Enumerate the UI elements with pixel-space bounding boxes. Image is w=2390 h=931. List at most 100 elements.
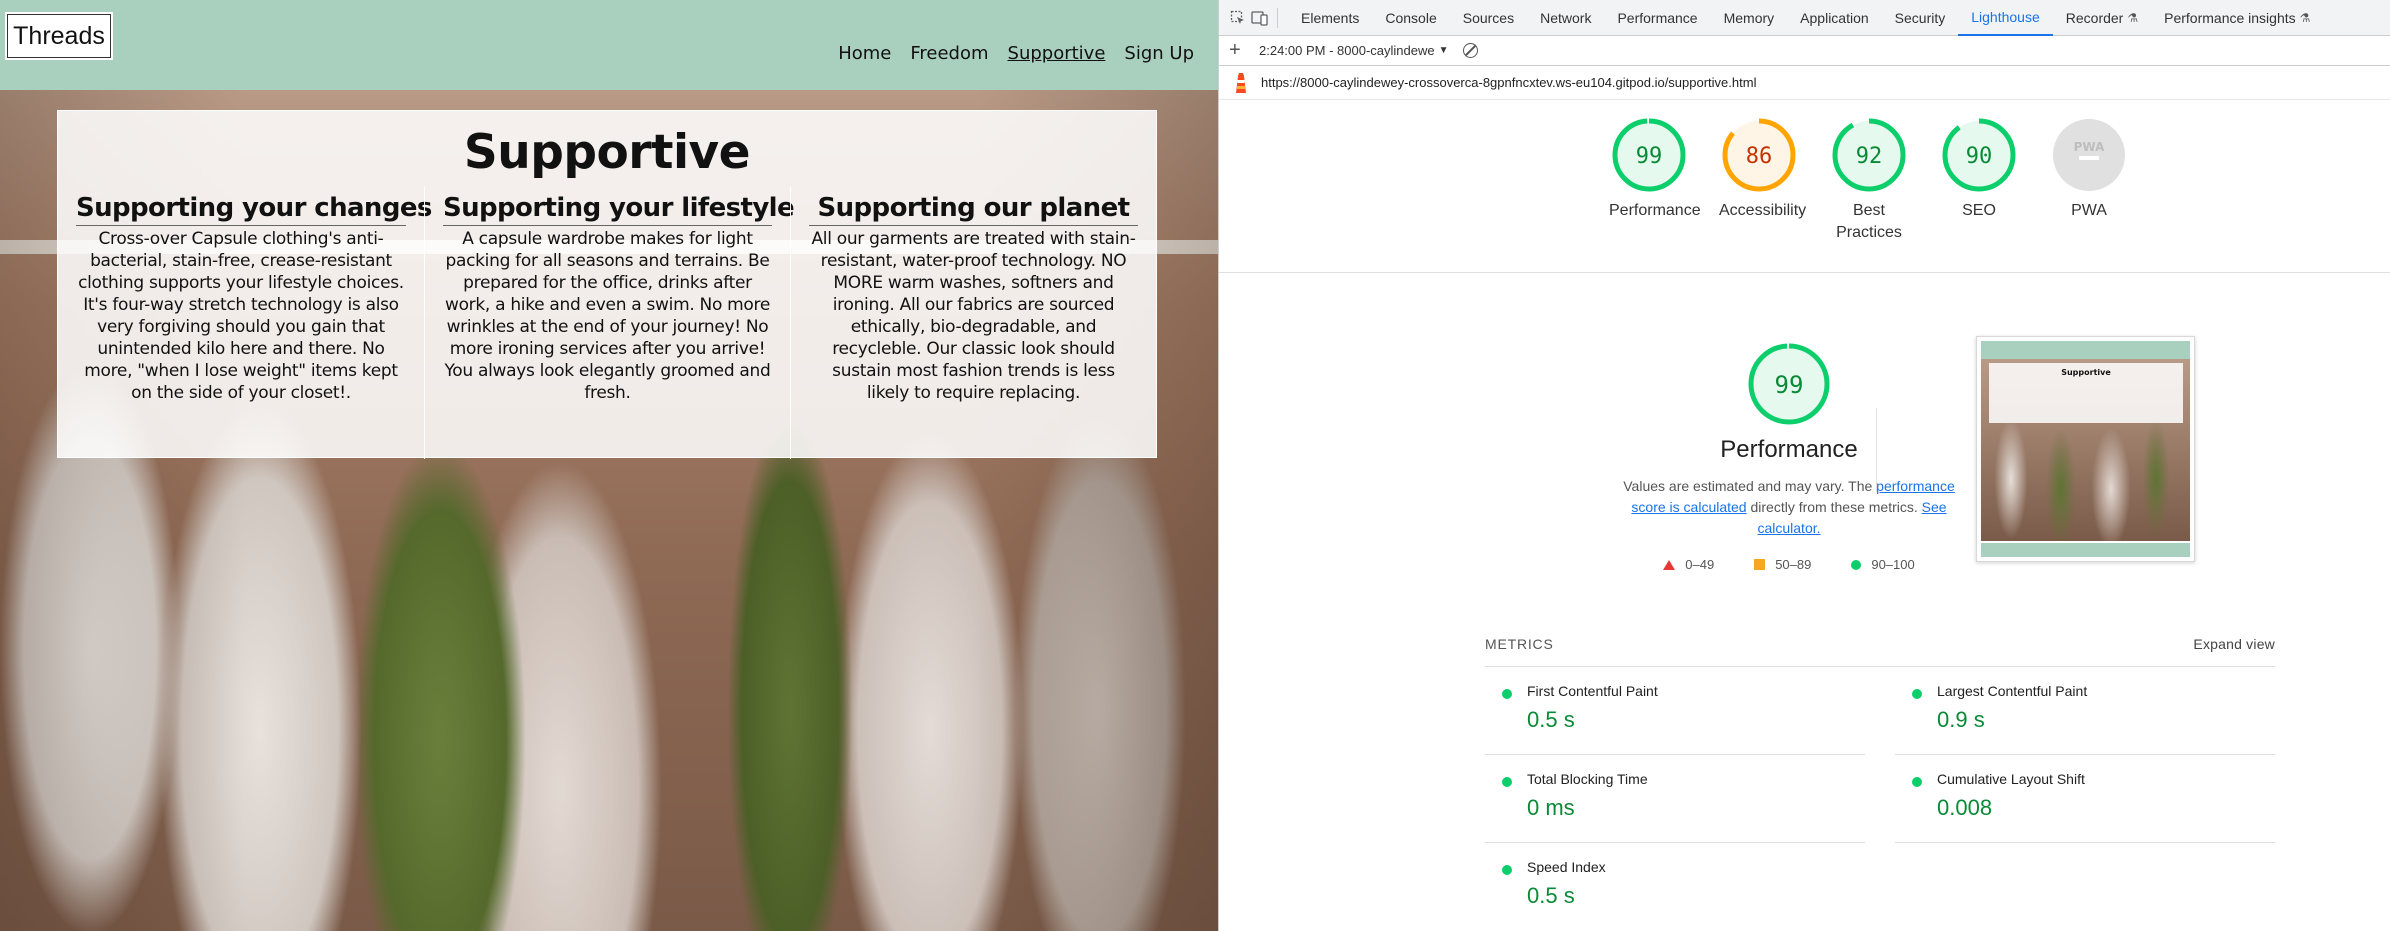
tab-security[interactable]: Security <box>1882 0 1959 36</box>
score-gauges: 99 Performance 86 Accessibility 92 Best … <box>1609 118 2129 244</box>
tab-console[interactable]: Console <box>1372 0 1449 36</box>
gauge-score: 99 <box>1636 144 1663 169</box>
gauge-seo[interactable]: 90 SEO <box>1939 118 2019 244</box>
gauge-ring: 99 <box>1612 118 1686 192</box>
tab-elements[interactable]: Elements <box>1288 0 1372 36</box>
gauge-score: 92 <box>1856 144 1883 169</box>
report-url-bar: https://8000-caylindewey-crossoverca-8gp… <box>1219 66 2390 100</box>
average-square-icon <box>1754 559 1766 570</box>
fail-triangle-icon <box>1663 559 1676 570</box>
gauge-score: 90 <box>1966 144 1993 169</box>
performance-summary: 99 Performance Values are estimated and … <box>1619 342 1959 572</box>
legend-average: 50–89 <box>1754 557 1811 572</box>
column-lifestyle: Supporting your lifestyle A capsule ward… <box>424 187 795 459</box>
gauge-accessibility[interactable]: 86 Accessibility <box>1719 118 1807 244</box>
svg-text:99: 99 <box>1775 371 1804 399</box>
metric-name: Speed Index <box>1527 859 1606 875</box>
column-text: Cross-over Capsule clothing's anti-bacte… <box>78 229 404 403</box>
metric-value: 0.9 s <box>1937 707 1985 732</box>
flask-icon: ⚗ <box>2299 10 2311 25</box>
metric-cls: Cumulative Layout Shift 0.008 <box>1895 755 2275 843</box>
final-screenshot-thumbnail[interactable]: Supportive <box>1976 336 2195 562</box>
tab-network[interactable]: Network <box>1527 0 1604 36</box>
gauge-label: Accessibility <box>1719 202 1807 219</box>
lighthouse-icon <box>1233 72 1249 94</box>
column-title: Supporting our planet <box>809 187 1138 226</box>
performance-gauge: 99 <box>1748 343 1830 425</box>
metric-value: 0.5 s <box>1527 883 1575 908</box>
gauge-performance[interactable]: 99 Performance <box>1609 118 1701 244</box>
nav-supportive[interactable]: Supportive <box>1008 43 1106 64</box>
gauge-label: Performance <box>1609 202 1701 219</box>
website-viewport: Threads Home Freedom Supportive Sign Up … <box>0 0 1218 931</box>
dropdown-arrow-icon: ▼ <box>1438 45 1449 56</box>
nav-freedom[interactable]: Freedom <box>910 43 988 64</box>
metric-lcp: Largest Contentful Paint 0.9 s <box>1895 667 2275 755</box>
main-nav: Home Freedom Supportive Sign Up <box>838 43 1194 64</box>
report-selector[interactable]: 2:24:00 PM - 8000-caylindewe ▼ <box>1259 43 1449 58</box>
metric-name: Total Blocking Time <box>1527 771 1648 787</box>
column-changes: Supporting your changes Cross-over Capsu… <box>58 187 432 459</box>
column-planet: Supporting our planet All our garments a… <box>790 187 1156 459</box>
tab-performance[interactable]: Performance <box>1604 0 1710 36</box>
tab-sources[interactable]: Sources <box>1450 0 1527 36</box>
gauge-score: 86 <box>1746 144 1773 169</box>
nav-home[interactable]: Home <box>838 43 891 64</box>
devtools-tabbar: Elements Console Sources Network Perform… <box>1219 0 2390 36</box>
tab-memory[interactable]: Memory <box>1711 0 1788 36</box>
pass-circle-icon <box>1502 777 1512 787</box>
metric-speed-index: Speed Index 0.5 s <box>1485 843 1865 931</box>
metric-name: Largest Contentful Paint <box>1937 683 2088 699</box>
svg-text:PWA: PWA <box>2074 140 2105 154</box>
pass-circle-icon <box>1912 689 1922 699</box>
metric-fcp: First Contentful Paint 0.5 s <box>1485 667 1865 755</box>
gauge-best-practices[interactable]: 92 Best Practices <box>1829 118 1909 244</box>
gauge-pwa[interactable]: PWA PWA <box>2049 118 2129 244</box>
divider <box>1219 272 2390 273</box>
metrics-heading: METRICS <box>1485 636 1554 652</box>
score-legend: 0–49 50–89 90–100 <box>1619 557 1959 572</box>
pass-circle-icon <box>1502 689 1512 699</box>
page-title: Supportive <box>463 125 751 180</box>
legend-fail: 0–49 <box>1663 557 1714 572</box>
content-panel: Supportive Supporting your changes Cross… <box>57 110 1157 459</box>
new-report-icon[interactable]: + <box>1229 39 1245 62</box>
gauge-ring: 86 <box>1722 118 1796 192</box>
legend-pass: 90–100 <box>1851 557 1915 572</box>
metric-name: Cumulative Layout Shift <box>1937 771 2085 787</box>
metric-value: 0.008 <box>1937 795 1993 820</box>
pass-circle-icon <box>1912 777 1922 787</box>
performance-description: Values are estimated and may vary. The p… <box>1623 478 1955 536</box>
gauge-label: SEO <box>1962 202 1996 219</box>
report-url[interactable]: https://8000-caylindewey-crossoverca-8gp… <box>1261 75 1756 90</box>
clear-reports-icon[interactable] <box>1462 43 1478 58</box>
expand-view-toggle[interactable]: Expand view <box>2193 636 2275 652</box>
column-title: Supporting your changes <box>76 187 432 226</box>
site-header: Threads Home Freedom Supportive Sign Up <box>0 0 1218 90</box>
performance-title: Performance <box>1720 436 1858 463</box>
metric-tbt: Total Blocking Time 0 ms <box>1485 755 1865 843</box>
column-text: All our garments are treated with stain-… <box>811 229 1136 403</box>
device-toolbar-icon[interactable] <box>1249 7 1271 29</box>
flask-icon: ⚗ <box>2127 10 2139 25</box>
inspect-element-icon[interactable] <box>1227 7 1249 29</box>
metrics-section: METRICS Expand view First Contentful Pai… <box>1485 636 2275 931</box>
tab-performance-insights[interactable]: Performance insights ⚗ <box>2151 0 2323 36</box>
vertical-divider <box>1876 408 1877 492</box>
tab-recorder[interactable]: Recorder ⚗ <box>2053 0 2151 36</box>
metrics-grid: First Contentful Paint 0.5 s Largest Con… <box>1485 667 2275 931</box>
nav-sign-up[interactable]: Sign Up <box>1124 43 1194 64</box>
gauge-label: Best Practices <box>1836 202 1902 241</box>
tab-application[interactable]: Application <box>1787 0 1882 36</box>
devtools-panel: Elements Console Sources Network Perform… <box>1218 0 2390 931</box>
lighthouse-toolbar: + 2:24:00 PM - 8000-caylindewe ▼ <box>1219 36 2390 66</box>
tab-lighthouse[interactable]: Lighthouse <box>1958 0 2053 36</box>
metric-name: First Contentful Paint <box>1527 683 1658 699</box>
gauge-ring: 92 <box>1832 118 1906 192</box>
metric-value: 0.5 s <box>1527 707 1575 732</box>
gauge-ring: 90 <box>1942 118 2016 192</box>
pass-circle-icon <box>1851 559 1862 570</box>
metric-value: 0 ms <box>1527 795 1575 820</box>
pwa-badge-icon: PWA <box>2053 119 2125 191</box>
site-logo[interactable]: Threads <box>5 12 113 60</box>
